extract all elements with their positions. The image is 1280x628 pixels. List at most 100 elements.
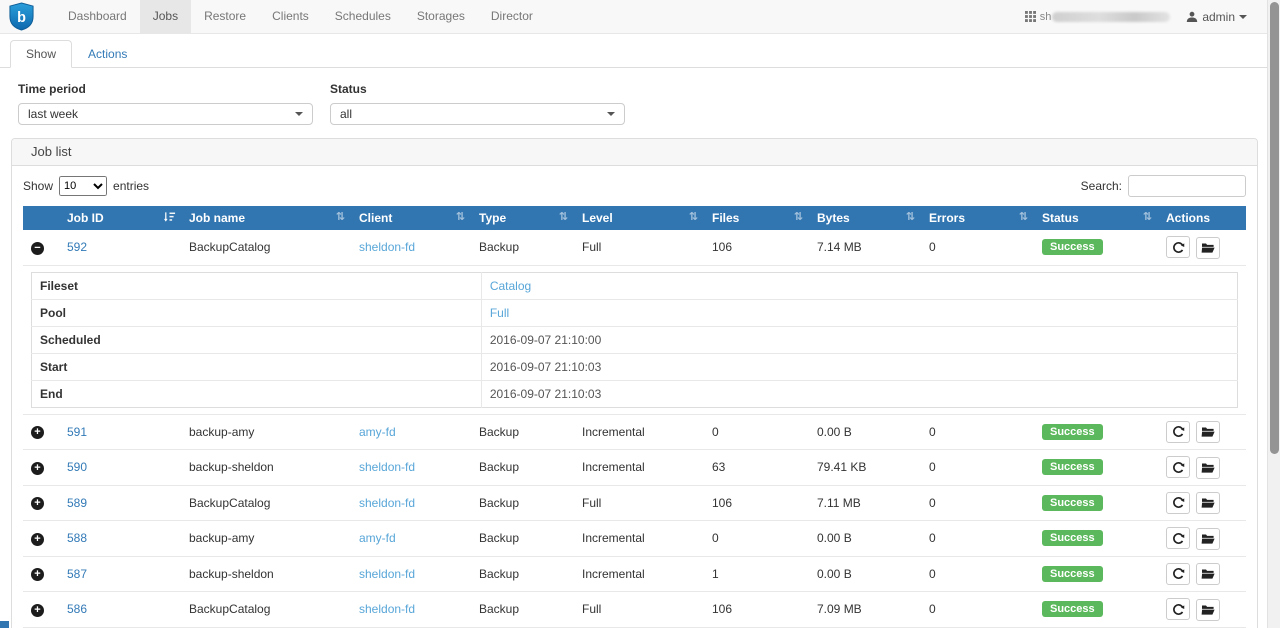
expand-icon[interactable]: +	[31, 568, 44, 581]
job-name: backup-amy	[189, 531, 254, 545]
baculum-logo[interactable]: b	[8, 2, 35, 31]
job-id-link[interactable]: 588	[67, 531, 87, 545]
restart-job-button[interactable]	[1166, 421, 1190, 443]
status-value: all	[340, 107, 352, 121]
client-link[interactable]: sheldon-fd	[359, 240, 415, 254]
restore-browse-button[interactable]	[1196, 528, 1220, 550]
job-id-link[interactable]: 592	[67, 240, 87, 254]
nav-item-director[interactable]: Director	[478, 0, 546, 34]
column-header-job-name[interactable]: Job name⇅	[181, 206, 351, 230]
nav-item-storages[interactable]: Storages	[404, 0, 478, 34]
table-row: + 588 backup-amy amy-fd Backup Increment…	[23, 521, 1246, 557]
scrollbar-thumb[interactable]	[1270, 2, 1279, 454]
table-row: + 586 BackupCatalog sheldon-fd Backup Fu…	[23, 592, 1246, 628]
column-header-status[interactable]: Status⇅	[1034, 206, 1158, 230]
restore-browse-button[interactable]	[1196, 492, 1220, 514]
nav-item-clients[interactable]: Clients	[259, 0, 322, 34]
search-label: Search:	[1081, 179, 1122, 193]
time-period-select[interactable]: last week	[18, 103, 313, 125]
job-id-link[interactable]: 591	[67, 425, 87, 439]
expand-icon[interactable]: +	[31, 533, 44, 546]
nav-item-schedules[interactable]: Schedules	[322, 0, 404, 34]
column-header-client[interactable]: Client⇅	[351, 206, 471, 230]
show-label: Show	[23, 179, 53, 193]
job-level: Incremental	[582, 531, 645, 545]
client-link[interactable]: amy-fd	[359, 531, 396, 545]
tab-actions[interactable]: Actions	[72, 40, 143, 68]
job-id-link[interactable]: 587	[67, 567, 87, 581]
job-errors: 0	[929, 496, 936, 510]
column-header-type[interactable]: Type⇅	[471, 206, 574, 230]
user-name: admin	[1202, 10, 1235, 24]
client-link[interactable]: amy-fd	[359, 425, 396, 439]
restart-job-button[interactable]	[1166, 563, 1190, 585]
job-bytes: 7.14 MB	[817, 240, 862, 254]
expand-icon[interactable]: +	[31, 497, 44, 510]
tab-show[interactable]: Show	[10, 40, 72, 68]
client-link[interactable]: sheldon-fd	[359, 460, 415, 474]
restore-browse-button[interactable]	[1196, 421, 1220, 443]
column-header-job-id[interactable]: Job ID	[59, 206, 181, 230]
client-link[interactable]: sheldon-fd	[359, 496, 415, 510]
vertical-scrollbar[interactable]	[1267, 0, 1280, 628]
search-input[interactable]	[1128, 175, 1246, 197]
restore-browse-button[interactable]	[1196, 457, 1220, 479]
user-menu[interactable]: admin	[1186, 10, 1247, 24]
collapse-icon[interactable]: −	[31, 242, 44, 255]
restart-job-button[interactable]	[1166, 492, 1190, 514]
nav-item-jobs[interactable]: Jobs	[140, 0, 191, 34]
restore-browse-button[interactable]	[1196, 237, 1220, 259]
host-selector[interactable]: sh	[1025, 11, 1171, 23]
column-header-files[interactable]: Files⇅	[704, 206, 809, 230]
job-type: Backup	[479, 531, 519, 545]
restore-browse-button[interactable]	[1196, 599, 1220, 621]
column-header-errors[interactable]: Errors⇅	[921, 206, 1034, 230]
restart-icon	[1172, 461, 1185, 474]
job-id-link[interactable]: 590	[67, 460, 87, 474]
status-group: Status all	[330, 82, 625, 125]
detail-row-end: End 2016-09-07 21:10:03	[32, 380, 1238, 407]
time-period-value: last week	[28, 107, 78, 121]
fileset-link[interactable]: Catalog	[490, 279, 531, 293]
job-name: BackupCatalog	[189, 496, 270, 510]
restart-job-button[interactable]	[1166, 598, 1190, 620]
job-type: Backup	[479, 567, 519, 581]
expand-icon[interactable]: +	[31, 462, 44, 475]
detail-row-fileset: Fileset Catalog	[32, 272, 1238, 299]
table-header-row: Job ID	[23, 206, 1246, 230]
page-size-select[interactable]: 10	[59, 176, 107, 196]
client-link[interactable]: sheldon-fd	[359, 567, 415, 581]
job-level: Full	[582, 602, 601, 616]
entries-label: entries	[113, 179, 149, 193]
detail-row-start: Start 2016-09-07 21:10:03	[32, 353, 1238, 380]
column-header-level[interactable]: Level⇅	[574, 206, 704, 230]
job-table-body: − 592 BackupCatalog sheldon-fd Backup Fu…	[23, 230, 1246, 628]
restart-job-button[interactable]	[1166, 456, 1190, 478]
job-id-link[interactable]: 586	[67, 602, 87, 616]
nav-item-dashboard[interactable]: Dashboard	[55, 0, 140, 34]
nav-item-restore[interactable]: Restore	[191, 0, 259, 34]
status-badge: Success	[1042, 601, 1103, 617]
job-bytes: 0.00 B	[817, 425, 852, 439]
user-icon	[1186, 11, 1198, 23]
restart-job-button[interactable]	[1166, 527, 1190, 549]
pagination-active-page-partial[interactable]	[0, 621, 9, 628]
expand-icon[interactable]: +	[31, 604, 44, 617]
restore-browse-button[interactable]	[1196, 563, 1220, 585]
column-header-bytes[interactable]: Bytes⇅	[809, 206, 921, 230]
job-table: Job ID	[23, 206, 1246, 628]
page-tabs: Show Actions	[0, 40, 1267, 68]
folder-icon	[1201, 426, 1215, 438]
status-select[interactable]: all	[330, 103, 625, 125]
restart-job-button[interactable]	[1166, 236, 1190, 258]
job-errors: 0	[929, 602, 936, 616]
sort-icon: ⇅	[559, 211, 568, 224]
shield-icon: b	[8, 2, 35, 31]
top-navbar: b Dashboard Jobs Restore Clients Schedul…	[0, 0, 1267, 34]
expand-icon[interactable]: +	[31, 426, 44, 439]
job-errors: 0	[929, 460, 936, 474]
client-link[interactable]: sheldon-fd	[359, 602, 415, 616]
job-id-link[interactable]: 589	[67, 496, 87, 510]
pool-link[interactable]: Full	[490, 306, 509, 320]
table-row: + 589 BackupCatalog sheldon-fd Backup Fu…	[23, 485, 1246, 521]
